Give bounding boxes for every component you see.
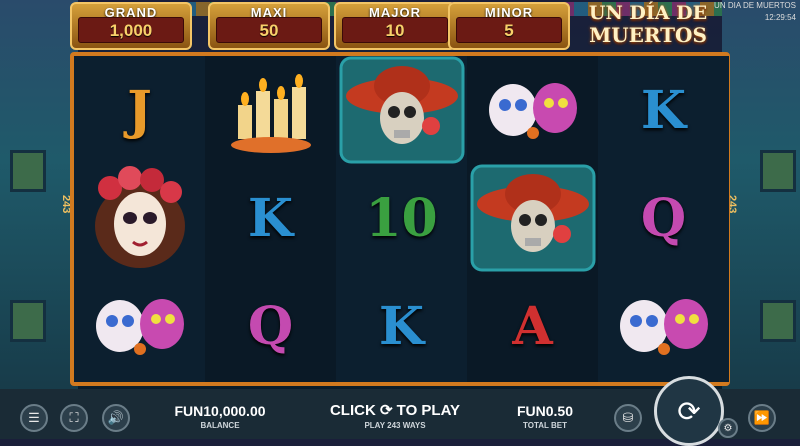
symbol-letter: A	[512, 295, 553, 357]
symbol-j: J	[74, 56, 205, 164]
window-decoration	[760, 300, 796, 342]
window-decoration	[760, 150, 796, 192]
bet-label: TOTAL BET	[523, 421, 567, 430]
symbol-sugar-skulls	[598, 272, 729, 380]
reel-4: A	[467, 56, 598, 382]
reel-frame: J K Q 10 K A K Q	[70, 52, 730, 386]
reel-1: J	[74, 56, 205, 382]
click-to-play-text: CLICK ⟳ TO PLAY	[329, 402, 461, 419]
status-header: UN DIA DE MUERTOS 12:29:54	[714, 0, 796, 24]
sugar-skulls-icon	[619, 299, 708, 355]
spin-button[interactable]: ⟳	[654, 376, 724, 446]
autoplay-button[interactable]: ⚙	[718, 418, 738, 438]
jackpot-value: 50	[259, 21, 279, 40]
window-title: UN DIA DE MUERTOS	[714, 1, 796, 10]
symbol-letter: Q	[247, 295, 294, 357]
symbol-candles	[205, 56, 336, 164]
gear-icon: ⚙	[723, 422, 733, 434]
fullscreen-icon: ⛶	[69, 410, 79, 425]
balance-value: FUN10,000.00	[174, 403, 266, 419]
symbol-a: A	[467, 272, 598, 380]
window-decoration	[10, 300, 46, 342]
reel-3: 10 K	[336, 56, 467, 382]
total-bet-display: FUN0.50 TOTAL BET	[500, 403, 590, 430]
jackpot-grand: GRAND 1,000	[70, 2, 192, 50]
menu-button[interactable]: ☰	[20, 404, 48, 432]
turbo-button[interactable]: ⏩	[748, 404, 776, 432]
symbol-letter: 10	[365, 187, 438, 249]
click-to-play-display[interactable]: CLICK ⟳ TO PLAY PLAY 243 WAYS	[320, 401, 470, 430]
sugar-skulls-icon	[488, 83, 577, 139]
bet-settings-button[interactable]: ⛁	[614, 404, 642, 432]
menu-icon: ☰	[28, 410, 40, 425]
symbol-skull-sombrero	[467, 164, 598, 272]
symbol-skull-sombrero	[336, 56, 467, 164]
fast-forward-icon: ⏩	[753, 410, 771, 425]
jackpot-minor: MINOR 5	[448, 2, 570, 50]
symbol-q: Q	[205, 272, 336, 380]
reel-2: K Q	[205, 56, 336, 382]
clock: 12:29:54	[764, 13, 796, 22]
spin-arrows-icon: ⟳	[677, 395, 701, 427]
jackpot-value: 10	[385, 21, 405, 40]
symbol-10: 10	[336, 164, 467, 272]
catrina-woman-icon	[94, 165, 185, 268]
logo-line1: UN DÍA DE	[588, 2, 708, 24]
balance-display: FUN10,000.00 BALANCE	[160, 403, 280, 430]
speaker-icon: 🔊	[107, 410, 125, 425]
sugar-skulls-icon	[95, 299, 184, 355]
symbol-q: Q	[598, 164, 729, 272]
skull-sombrero-icon	[339, 56, 464, 164]
play-ways-label: PLAY 243 WAYS	[364, 421, 426, 430]
balance-label: BALANCE	[200, 421, 240, 430]
skull-sombrero-icon	[470, 164, 595, 272]
jackpot-value: 5	[504, 21, 514, 40]
symbol-k: K	[598, 56, 729, 164]
game-logo: UN DÍA DE MUERTOS	[558, 2, 738, 52]
symbol-k: K	[336, 272, 467, 380]
candles-icon	[230, 74, 311, 153]
fullscreen-button[interactable]: ⛶	[60, 404, 88, 432]
symbol-sugar-skulls	[74, 272, 205, 380]
symbol-k: K	[205, 164, 336, 272]
bet-value: FUN0.50	[516, 403, 574, 419]
symbol-letter: Q	[640, 187, 687, 249]
window-decoration	[10, 150, 46, 192]
symbol-letter: K	[640, 79, 687, 141]
jackpot-maxi: MAXI 50	[208, 2, 330, 50]
jackpot-value: 1,000	[109, 21, 153, 40]
symbol-sugar-skulls	[467, 56, 598, 164]
symbol-letter: K	[378, 295, 425, 357]
jackpot-major: MAJOR 10	[334, 2, 456, 50]
symbol-letter: J	[127, 79, 152, 141]
logo-line2: MUERTOS	[589, 23, 707, 47]
sound-button[interactable]: 🔊	[102, 404, 130, 432]
symbol-catrina-woman	[74, 164, 205, 272]
reel-5: K Q	[598, 56, 729, 382]
coins-icon: ⛁	[622, 410, 634, 425]
symbol-letter: K	[247, 187, 294, 249]
